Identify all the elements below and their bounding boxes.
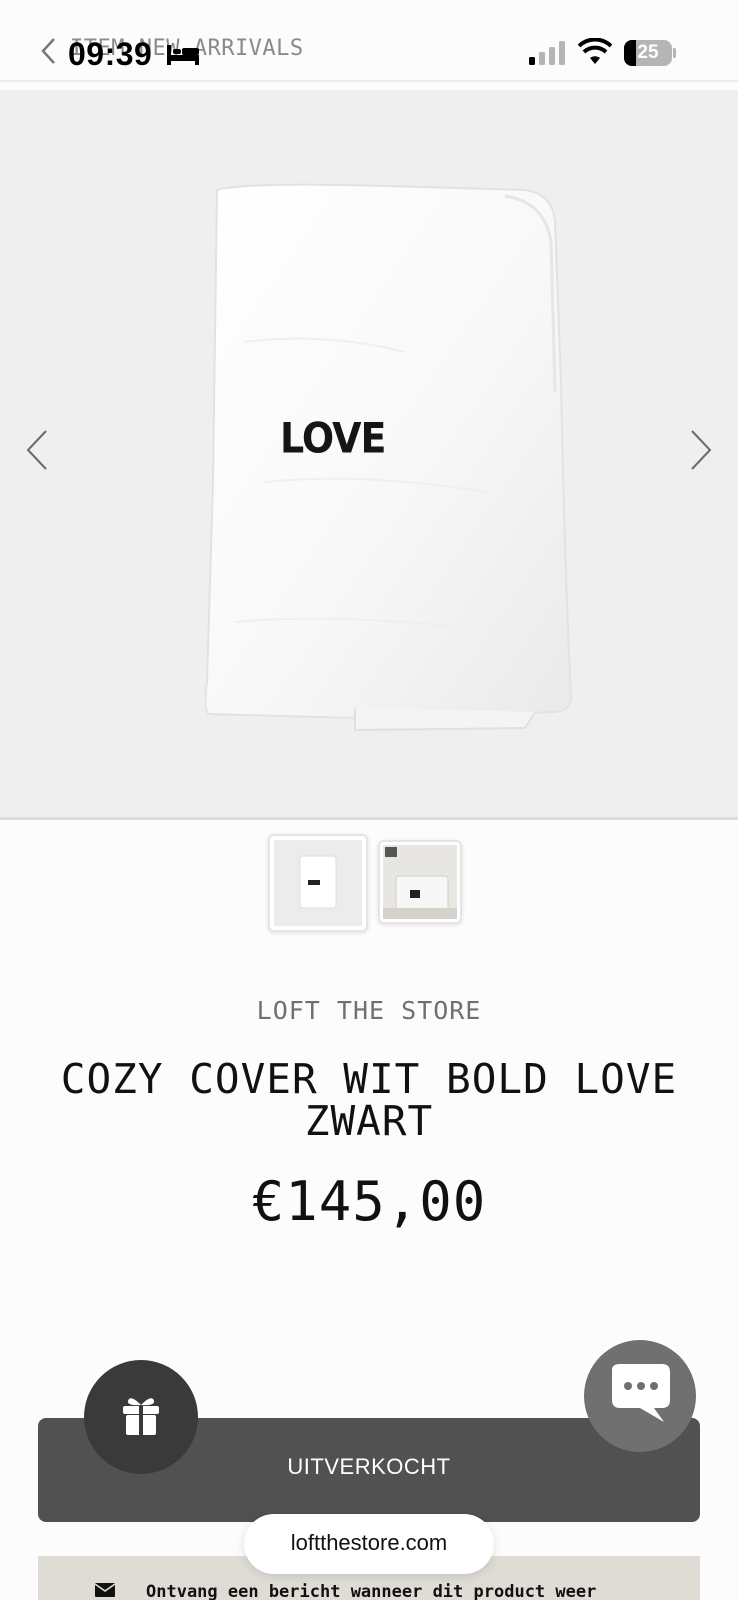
gift-rewards-button[interactable] [84, 1360, 198, 1474]
sleep-bed-icon [167, 45, 199, 65]
chat-button[interactable] [584, 1340, 696, 1452]
thumbnail-2[interactable] [378, 840, 462, 924]
thumbnail-sofa-image [383, 845, 457, 919]
chevron-right-icon[interactable] [688, 428, 714, 472]
battery-indicator: 25 [624, 40, 676, 66]
product-image-gallery[interactable]: LOVE [0, 90, 738, 820]
duvet-cover-image [205, 183, 573, 732]
notify-text: Ontvang een bericht wanneer dit product … [146, 1582, 597, 1600]
browser-url-pill[interactable]: loftthestore.com [244, 1514, 494, 1574]
chevron-left-icon[interactable] [24, 428, 50, 472]
url-text: loftthestore.com [290, 1530, 448, 1555]
thumbnail-1[interactable] [268, 834, 368, 932]
wifi-icon [578, 38, 612, 64]
status-time: 09:39 [68, 36, 153, 72]
battery-level: 25 [637, 42, 659, 63]
cellular-signal-icon [529, 41, 565, 65]
thumbnail-duvet-image [274, 840, 362, 926]
envelope-icon [94, 1583, 116, 1597]
product-price: €145,00 [251, 1170, 487, 1233]
chat-bubble-icon [612, 1364, 670, 1422]
gift-icon [123, 1398, 159, 1435]
back-chevron-icon[interactable] [38, 36, 60, 66]
product-title: COZY COVER WIT BOLD LOVE ZWART [60, 1055, 678, 1145]
product-vendor[interactable]: LOFT THE STORE [0, 996, 738, 1025]
love-print-text: LOVE [280, 413, 387, 463]
top-bar: ITEM NEW ARRIVALS 09:39 25 [0, 0, 738, 82]
